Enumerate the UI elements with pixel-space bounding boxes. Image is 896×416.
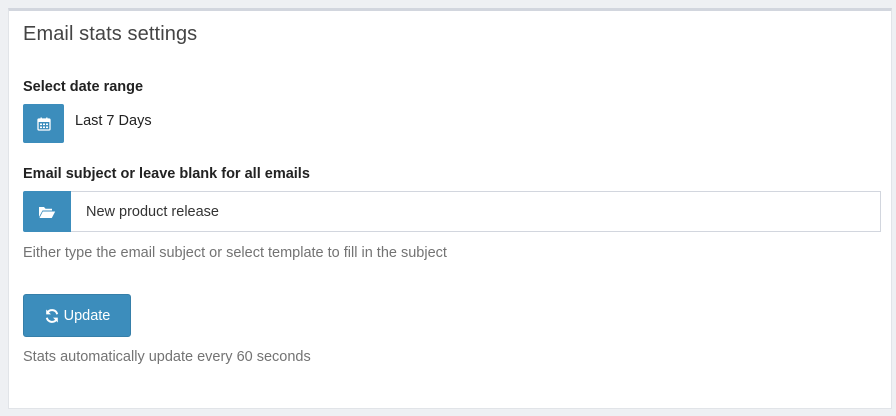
calendar-icon [36, 117, 51, 131]
date-range-picker-button[interactable] [23, 104, 64, 143]
update-button-label: Update [63, 307, 111, 324]
update-help-text: Stats automatically update every 60 seco… [23, 349, 311, 365]
update-button[interactable]: Update [23, 294, 131, 337]
subject-label: Email subject or leave blank for all ema… [23, 166, 310, 182]
date-range-value[interactable]: Last 7 Days [75, 113, 152, 129]
folder-open-icon [38, 205, 56, 219]
panel-title: Email stats settings [23, 23, 198, 45]
select-template-button[interactable] [23, 191, 71, 232]
subject-input-group [23, 191, 881, 232]
email-stats-settings-panel: Email stats settings Select date range L… [8, 8, 892, 409]
subject-help-text: Either type the email subject or select … [23, 245, 447, 261]
email-subject-input[interactable] [71, 191, 881, 232]
date-range-label: Select date range [23, 79, 144, 95]
refresh-icon [44, 308, 60, 324]
